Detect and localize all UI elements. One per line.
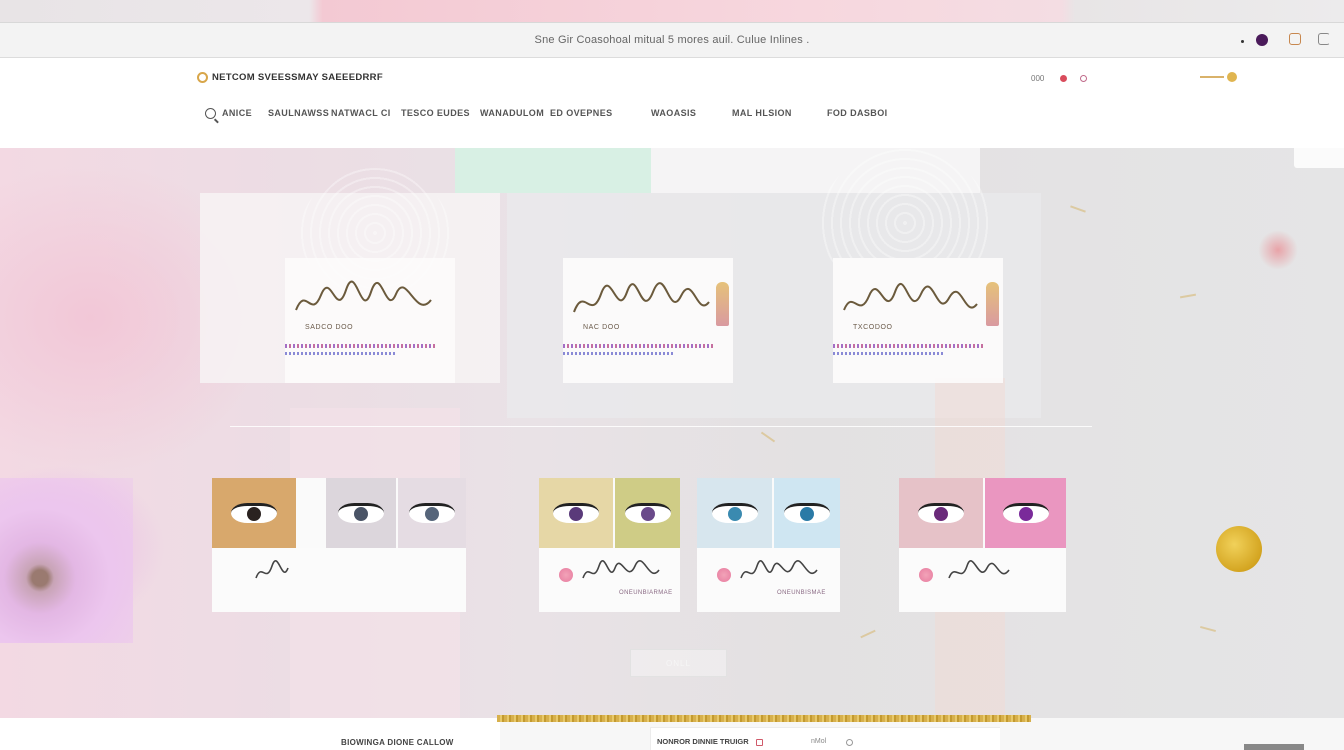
logo-text: NETCOM SVEESSMAY SAEEEDRRF: [212, 72, 383, 83]
shade-swatch-row: [833, 352, 943, 355]
eye-swatch-image: [615, 478, 680, 548]
footer-promo-text: BIOWINGA DIONE CALLOW: [341, 738, 454, 747]
product-script-graphic: [737, 558, 827, 588]
nav-item-7[interactable]: WAOASIS: [651, 108, 696, 118]
nav-item-1[interactable]: ANICE: [222, 108, 252, 118]
shop-now-label: ONLL: [666, 658, 691, 668]
product-script-graphic: [252, 558, 342, 588]
user-icon[interactable]: [1080, 75, 1087, 82]
product-script-graphic: [579, 558, 669, 588]
bag-icon[interactable]: [1289, 33, 1301, 45]
gold-glitter-decoration: [1216, 526, 1262, 572]
announcement-bar: Sne Gir Coasohoal mitual 5 mores auil. C…: [0, 22, 1344, 58]
locale-selector[interactable]: 000: [1031, 74, 1044, 83]
nav-item-9[interactable]: FOD DASBOI: [827, 108, 888, 118]
footer-strip: BIOWINGA DIONE CALLOW NONROR DINNIE TRUI…: [0, 715, 1344, 750]
sparkle-decoration: [1070, 205, 1086, 213]
product-card-4[interactable]: [899, 478, 1066, 612]
account-avatar-icon[interactable]: [1256, 34, 1268, 46]
eye-swatch-image: [774, 478, 840, 548]
info-icon[interactable]: [846, 739, 853, 746]
logo-mark-icon: [197, 72, 208, 83]
nav-item-8[interactable]: MAL HLSION: [732, 108, 792, 118]
section-divider: [230, 426, 1092, 427]
eye-swatch-image: [985, 478, 1066, 548]
bottle-graphic: [716, 282, 729, 326]
collection-card-3[interactable]: TXCODOO: [833, 258, 1003, 383]
footer-promo-box[interactable]: NONROR DINNIE TRUIGR nMol: [650, 727, 1000, 750]
sparkle-decoration: [1200, 625, 1216, 633]
product-logo-area: [899, 548, 1066, 612]
shade-swatch-row: [563, 352, 673, 355]
hero-section: SADCO DOO NAC DOO TXCODOO ONEUNBIARMAE O…: [0, 148, 1344, 718]
footer-tiny-text: nMol: [811, 738, 827, 745]
signature-script-graphic: [569, 280, 719, 330]
nav-item-6[interactable]: ED OVEPNES: [550, 108, 613, 118]
product-card-1[interactable]: [212, 478, 466, 612]
signature-script-graphic: [839, 280, 989, 330]
collection-caption: NAC DOO: [583, 324, 620, 331]
hero-accent-panel: [1294, 148, 1344, 168]
sparkle-decoration: [860, 629, 876, 639]
eye-swatch-image: [326, 478, 396, 548]
site-logo[interactable]: NETCOM SVEESSMAY SAEEEDRRF: [197, 72, 383, 83]
collection-card-2[interactable]: NAC DOO: [563, 258, 733, 383]
main-nav: ANICE SAULNAWSS NATWACL CI TESCO EUDES W…: [205, 108, 905, 124]
cart-icon: [1227, 72, 1237, 82]
nav-item-5[interactable]: WANADULOM: [480, 108, 544, 118]
hero-accent-panel: [455, 148, 651, 193]
nav-item-3[interactable]: NATWACL CI: [331, 108, 391, 118]
blush-dot-icon: [919, 568, 933, 582]
product-logo-area: ONEUNBIARMAE: [539, 548, 680, 612]
search-icon[interactable]: [205, 108, 216, 119]
announcement-text: Sne Gir Coasohoal mitual 5 mores auil. C…: [534, 34, 810, 46]
exit-icon[interactable]: [1318, 33, 1330, 45]
separator-dot-icon: [1241, 40, 1244, 43]
eye-swatch-image: [697, 478, 772, 548]
flower-image: [0, 478, 133, 643]
collection-card-1[interactable]: SADCO DOO: [285, 258, 455, 383]
rose-decoration: [1258, 230, 1298, 270]
signature-script-graphic: [291, 280, 441, 330]
sparkle-decoration: [760, 431, 776, 443]
nav-item-4[interactable]: TESCO EUDES: [401, 108, 470, 118]
collection-caption: SADCO DOO: [305, 324, 354, 331]
wishlist-icon[interactable]: [1060, 75, 1067, 82]
eye-swatch-image: [212, 478, 296, 548]
shade-swatch-row: [833, 344, 983, 348]
cart-indicator[interactable]: [1200, 72, 1237, 82]
product-card-2[interactable]: ONEUNBIARMAE: [539, 478, 680, 612]
footer-scroll-indicator: [1244, 744, 1304, 750]
eye-swatch-image: [539, 478, 613, 548]
gold-border-decoration: [497, 715, 1031, 722]
bottle-graphic: [986, 282, 999, 326]
footer-box-text: NONROR DINNIE TRUIGR: [657, 737, 749, 746]
product-script-graphic: [939, 558, 1029, 588]
site-header: NETCOM SVEESSMAY SAEEEDRRF 000 ANICE SAU…: [0, 58, 1344, 148]
product-caption: ONEUNBISMAE: [777, 590, 826, 596]
blush-dot-icon: [717, 568, 731, 582]
collection-caption: TXCODOO: [853, 324, 893, 331]
product-logo-area: ONEUNBISMAE: [697, 548, 840, 612]
eye-swatch-image: [899, 478, 983, 548]
product-logo-area: [212, 548, 466, 612]
product-card-3[interactable]: ONEUNBISMAE: [697, 478, 840, 612]
footer-left-panel: BIOWINGA DIONE CALLOW: [0, 718, 500, 750]
nav-item-2[interactable]: SAULNAWSS: [268, 108, 329, 118]
promo-icon: [756, 739, 763, 746]
shade-swatch-row: [285, 344, 435, 348]
eye-swatch-image: [398, 478, 466, 548]
shade-swatch-row: [563, 344, 713, 348]
shop-now-button[interactable]: ONLL: [630, 649, 727, 677]
browser-top-strip: [0, 0, 1344, 22]
sparkle-decoration: [1179, 293, 1197, 299]
product-caption: ONEUNBIARMAE: [619, 590, 673, 596]
shade-swatch-row: [285, 352, 395, 355]
blush-dot-icon: [559, 568, 573, 582]
